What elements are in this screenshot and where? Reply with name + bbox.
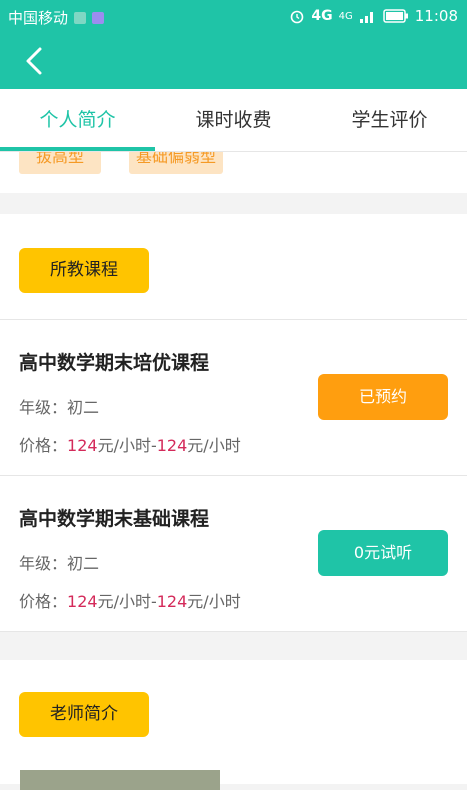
tab-bar: 个人简介 课时收费 学生评价 (0, 89, 467, 152)
course-price: 价格：124元/小时-124元/小时 (19, 432, 241, 456)
course-grade: 年级：初二 (19, 394, 99, 418)
tab-profile[interactable]: 个人简介 (0, 89, 155, 151)
courses-label-button[interactable]: 所教课程 (19, 248, 149, 293)
teacher-intro-section: 老师简介 (0, 660, 467, 784)
grade-value: 初二 (67, 554, 100, 573)
course-card[interactable]: 高中数学期末基础课程 年级：初二 价格：124元/小时-124元/小时 0元试听 (0, 476, 467, 631)
course-title: 高中数学期末基础课程 (19, 508, 210, 530)
free-trial-button[interactable]: 0元试听 (318, 530, 448, 576)
grade-label: 年级： (19, 398, 68, 417)
active-tab-indicator (0, 147, 155, 151)
teacher-intro-label-button[interactable]: 老师简介 (19, 692, 149, 737)
price-min: 124 (67, 592, 98, 611)
tags-row: 拔高型 基础偏弱型 (0, 152, 467, 193)
price-unit: 元/小时 (97, 592, 151, 611)
booked-button[interactable]: 已预约 (318, 374, 448, 420)
price-min: 124 (67, 436, 98, 455)
alarm-icon (291, 10, 304, 24)
grade-value: 初二 (67, 398, 100, 417)
tab-reviews[interactable]: 学生评价 (312, 89, 467, 151)
network-label-2: 4G (338, 10, 353, 22)
app-header (0, 34, 467, 89)
tab-fees[interactable]: 课时收费 (155, 89, 312, 151)
gallery-icon (92, 11, 105, 24)
course-grade: 年级：初二 (19, 550, 99, 574)
carrier-label: 中国移动 (8, 9, 69, 27)
courses-section: 所教课程 (0, 214, 467, 319)
chevron-left-icon[interactable] (18, 44, 52, 78)
price-max: 124 (156, 592, 188, 611)
network-label: 4G (311, 8, 333, 24)
course-price: 价格：124元/小时-124元/小时 (19, 588, 241, 612)
price-label: 价格： (19, 436, 68, 455)
grade-label: 年级： (19, 554, 68, 573)
price-unit: 元/小时 (97, 436, 151, 455)
divider (0, 631, 467, 632)
course-title: 高中数学期末培优课程 (19, 352, 210, 374)
price-unit: 元/小时 (187, 592, 241, 611)
image-icon (74, 11, 87, 24)
price-unit: 元/小时 (187, 436, 241, 455)
clock: 11:08 (414, 7, 458, 25)
signal-icon (359, 12, 373, 23)
battery-icon (383, 9, 408, 23)
price-label: 价格： (19, 592, 68, 611)
tag-chip: 基础偏弱型 (129, 152, 223, 174)
tag-chip: 拔高型 (19, 152, 101, 174)
course-card[interactable]: 高中数学期末培优课程 年级：初二 价格：124元/小时-124元/小时 已预约 (0, 320, 467, 475)
status-bar: 中国移动 4G 4G 11:08 (0, 0, 467, 34)
price-max: 124 (156, 436, 188, 455)
teacher-photo (20, 770, 220, 790)
